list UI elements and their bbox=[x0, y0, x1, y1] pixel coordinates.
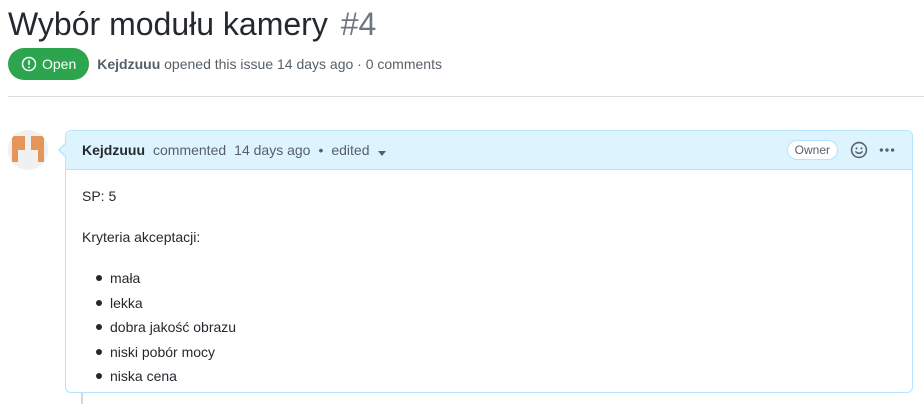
list-item: niski pobór mocy bbox=[96, 343, 896, 368]
list-item: lekka bbox=[96, 294, 896, 319]
issue-number: #4 bbox=[340, 6, 377, 42]
issue-title: Wybór modułu kamery bbox=[8, 6, 328, 42]
issue-state-label: Open bbox=[42, 56, 77, 72]
story-points-line: SP: 5 bbox=[82, 188, 117, 204]
comment-card: Kejdzuuu commented 14 days ago • edited … bbox=[58, 130, 913, 393]
timeline-line bbox=[81, 392, 83, 404]
comment-time[interactable]: 14 days ago bbox=[234, 142, 310, 158]
comment-header-actions: Owner bbox=[786, 140, 896, 160]
edited-dropdown[interactable]: edited bbox=[331, 142, 386, 158]
issue-opened-text: opened this issue 14 days ago · 0 commen… bbox=[164, 56, 442, 72]
issue-author-link[interactable]: Kejdzuuu bbox=[97, 56, 160, 72]
avatar[interactable] bbox=[8, 130, 48, 170]
list-item: dobra jakość obrazu bbox=[96, 318, 896, 343]
comment-header: Kejdzuuu commented 14 days ago • edited … bbox=[66, 131, 912, 170]
edited-label: edited bbox=[331, 142, 370, 158]
issue-opened-icon bbox=[21, 56, 37, 72]
issue-opened-info: Kejdzuuu opened this issue 14 days ago ·… bbox=[97, 56, 442, 72]
issue-title-row: Wybór modułu kamery #4 bbox=[8, 4, 376, 44]
comment-author-link[interactable]: Kejdzuuu bbox=[82, 142, 145, 158]
header-divider bbox=[8, 96, 924, 97]
identicon-image bbox=[8, 130, 48, 170]
list-item: mała bbox=[96, 269, 896, 294]
criteria-heading: Kryteria akceptacji: bbox=[82, 229, 201, 245]
issue-state-badge: Open bbox=[8, 48, 90, 80]
smiley-icon[interactable] bbox=[850, 141, 868, 159]
comment-bullet: • bbox=[318, 142, 324, 158]
triangle-down-icon bbox=[377, 151, 386, 156]
criteria-list: mała lekka dobra jakość obrazu niski pob… bbox=[82, 269, 896, 392]
comment-body: SP: 5 Kryteria akceptacji: mała lekka do… bbox=[66, 170, 912, 392]
kebab-horizontal-icon[interactable] bbox=[878, 141, 896, 159]
owner-badge: Owner bbox=[786, 140, 838, 160]
comment-action: commented bbox=[153, 142, 227, 158]
issue-meta: Open Kejdzuuu opened this issue 14 days … bbox=[8, 48, 442, 80]
list-item: niska cena bbox=[96, 367, 896, 392]
